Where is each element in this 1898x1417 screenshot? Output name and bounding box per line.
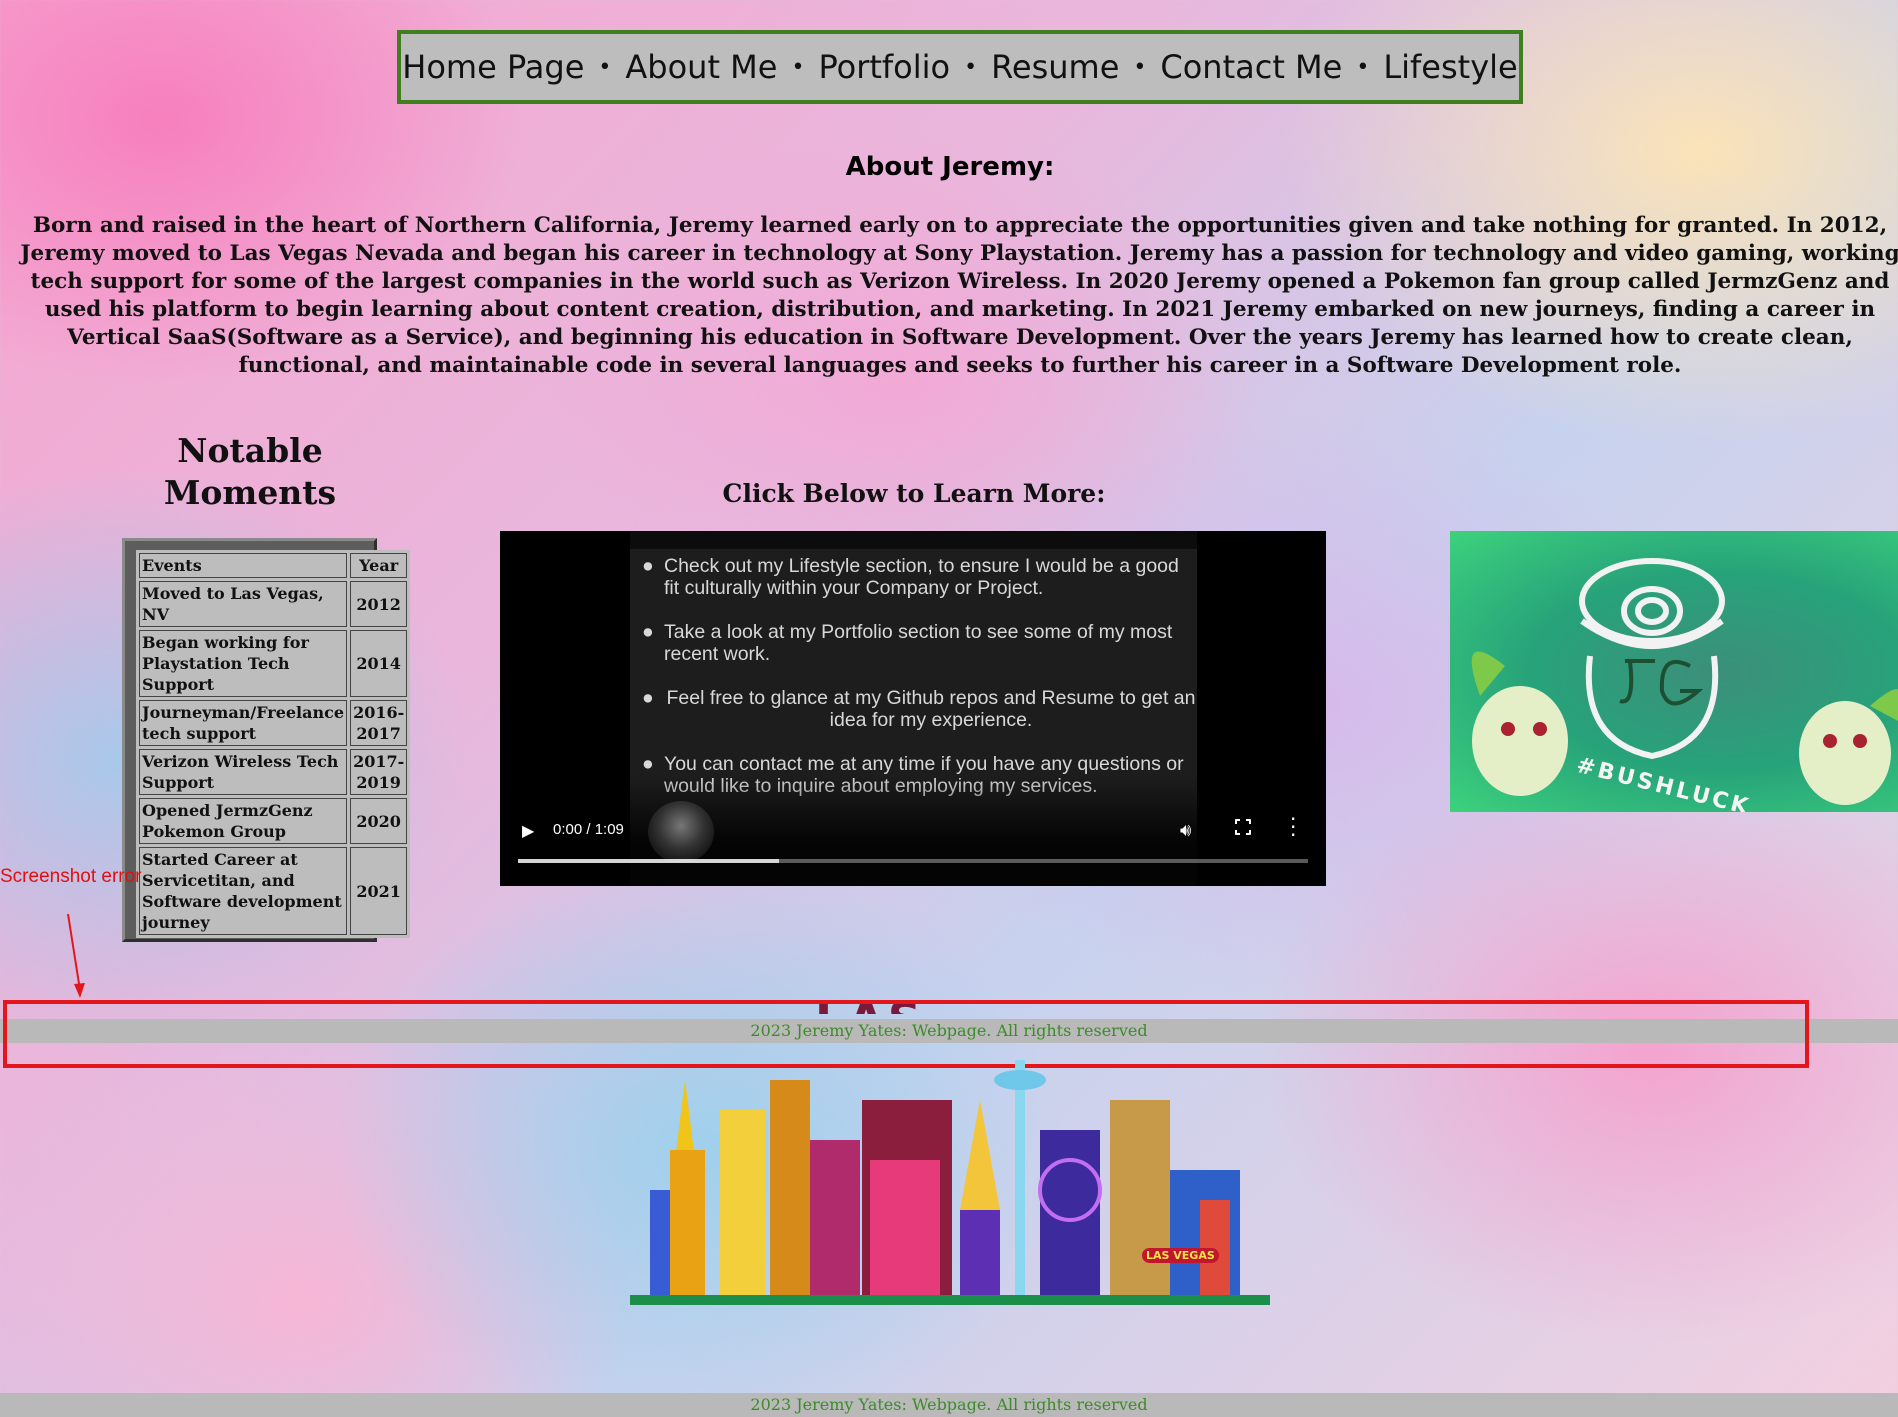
table-row: Opened JermzGenz Pokemon Group 2020 bbox=[139, 798, 408, 844]
table-row: Moved to Las Vegas, NV 2012 bbox=[139, 581, 408, 627]
year-cell: 2020 bbox=[350, 798, 408, 844]
nav-separator: • bbox=[964, 54, 978, 80]
volume-icon[interactable]: 🔊︎ bbox=[1180, 820, 1191, 841]
annotation-arrow-icon bbox=[67, 913, 85, 998]
video-progress-bar[interactable] bbox=[518, 859, 1308, 863]
bullet-icon: ● bbox=[642, 753, 654, 775]
las-vegas-sign: LAS VEGAS bbox=[1142, 1248, 1219, 1263]
event-cell: Verizon Wireless Tech Support bbox=[139, 749, 348, 795]
year-header: Year bbox=[350, 553, 408, 578]
notable-moments-table-frame: Events Year Moved to Las Vegas, NV 2012 … bbox=[122, 538, 411, 942]
nav-portfolio-link[interactable]: Portfolio bbox=[818, 48, 950, 86]
nav-resume-link[interactable]: Resume bbox=[991, 48, 1119, 86]
year-cell: 2016-2017 bbox=[350, 700, 408, 746]
bullet-text: Check out my Lifestyle section, to ensur… bbox=[664, 555, 1179, 599]
events-header: Events bbox=[139, 553, 348, 578]
fullscreen-icon[interactable] bbox=[1234, 818, 1252, 836]
nav-separator: • bbox=[1356, 54, 1370, 80]
bullet-text: Feel free to glance at my Github repos a… bbox=[666, 687, 1196, 731]
nav-contact-link[interactable]: Contact Me bbox=[1160, 48, 1342, 86]
year-cell: 2012 bbox=[350, 581, 408, 627]
presenter-thumbnail bbox=[648, 801, 714, 863]
nav-about-link[interactable]: About Me bbox=[625, 48, 777, 86]
nav-separator: • bbox=[598, 54, 612, 80]
event-cell: Opened JermzGenz Pokemon Group bbox=[139, 798, 348, 844]
event-cell: Moved to Las Vegas, NV bbox=[139, 581, 348, 627]
event-cell: Started Career at Servicetitan, and Soft… bbox=[139, 847, 348, 935]
event-cell: Began working for Playstation Tech Suppo… bbox=[139, 630, 348, 697]
table-row: Began working for Playstation Tech Suppo… bbox=[139, 630, 408, 697]
year-cell: 2014 bbox=[350, 630, 408, 697]
video-time: 0:00 / 1:09 bbox=[553, 821, 624, 838]
event-cell: Journeyman/Freelance tech support bbox=[139, 700, 348, 746]
list-item: ● Feel free to glance at my Github repos … bbox=[638, 687, 1198, 731]
table-row: Journeyman/Freelance tech support 2016-2… bbox=[139, 700, 408, 746]
nav-lifestyle-link[interactable]: Lifestyle bbox=[1383, 48, 1517, 86]
about-bio: Born and raised in the heart of Northern… bbox=[20, 213, 1898, 378]
notable-moments-title: Notable Moments bbox=[163, 431, 337, 512]
screenshot-error-label: Screenshot error bbox=[0, 866, 142, 887]
list-item: ● Take a look at my Portfolio section to … bbox=[638, 621, 1198, 665]
top-nav: Home Page • About Me • Portfolio • Resum… bbox=[397, 30, 1523, 104]
year-cell: 2021 bbox=[350, 847, 408, 935]
jermzgenz-logo-image: JG #BUSHLUCK bbox=[1450, 531, 1898, 812]
video-buffered-fill bbox=[518, 859, 779, 863]
las-vegas-skyline-icon bbox=[630, 1060, 1270, 1305]
intro-video-player[interactable]: ● Check out my Lifestyle section, to ensu… bbox=[500, 531, 1326, 886]
table-row: Started Career at Servicetitan, and Soft… bbox=[139, 847, 408, 935]
bullet-icon: ● bbox=[642, 555, 654, 577]
bullet-text: Take a look at my Portfolio section to s… bbox=[664, 621, 1173, 665]
year-cell: 2017-2019 bbox=[350, 749, 408, 795]
nav-home-link[interactable]: Home Page bbox=[402, 48, 584, 86]
page-footer: 2023 Jeremy Yates: Webpage. All rights r… bbox=[0, 1393, 1898, 1417]
about-title: About Jeremy: bbox=[845, 152, 1055, 182]
bullet-icon: ● bbox=[642, 621, 654, 643]
list-item: ● Check out my Lifestyle section, to ensu… bbox=[638, 555, 1198, 599]
bullet-icon: ● bbox=[642, 687, 654, 709]
notable-moments-table: Events Year Moved to Las Vegas, NV 2012 … bbox=[136, 550, 411, 938]
table-row: Verizon Wireless Tech Support 2017-2019 bbox=[139, 749, 408, 795]
play-icon[interactable]: ▶ bbox=[522, 821, 534, 840]
more-options-icon[interactable]: · · · bbox=[1290, 809, 1296, 845]
nav-separator: • bbox=[1133, 54, 1147, 80]
learn-more-title: Click Below to Learn More: bbox=[722, 479, 1106, 508]
table-header-row: Events Year bbox=[139, 553, 408, 578]
nav-separator: • bbox=[791, 54, 805, 80]
